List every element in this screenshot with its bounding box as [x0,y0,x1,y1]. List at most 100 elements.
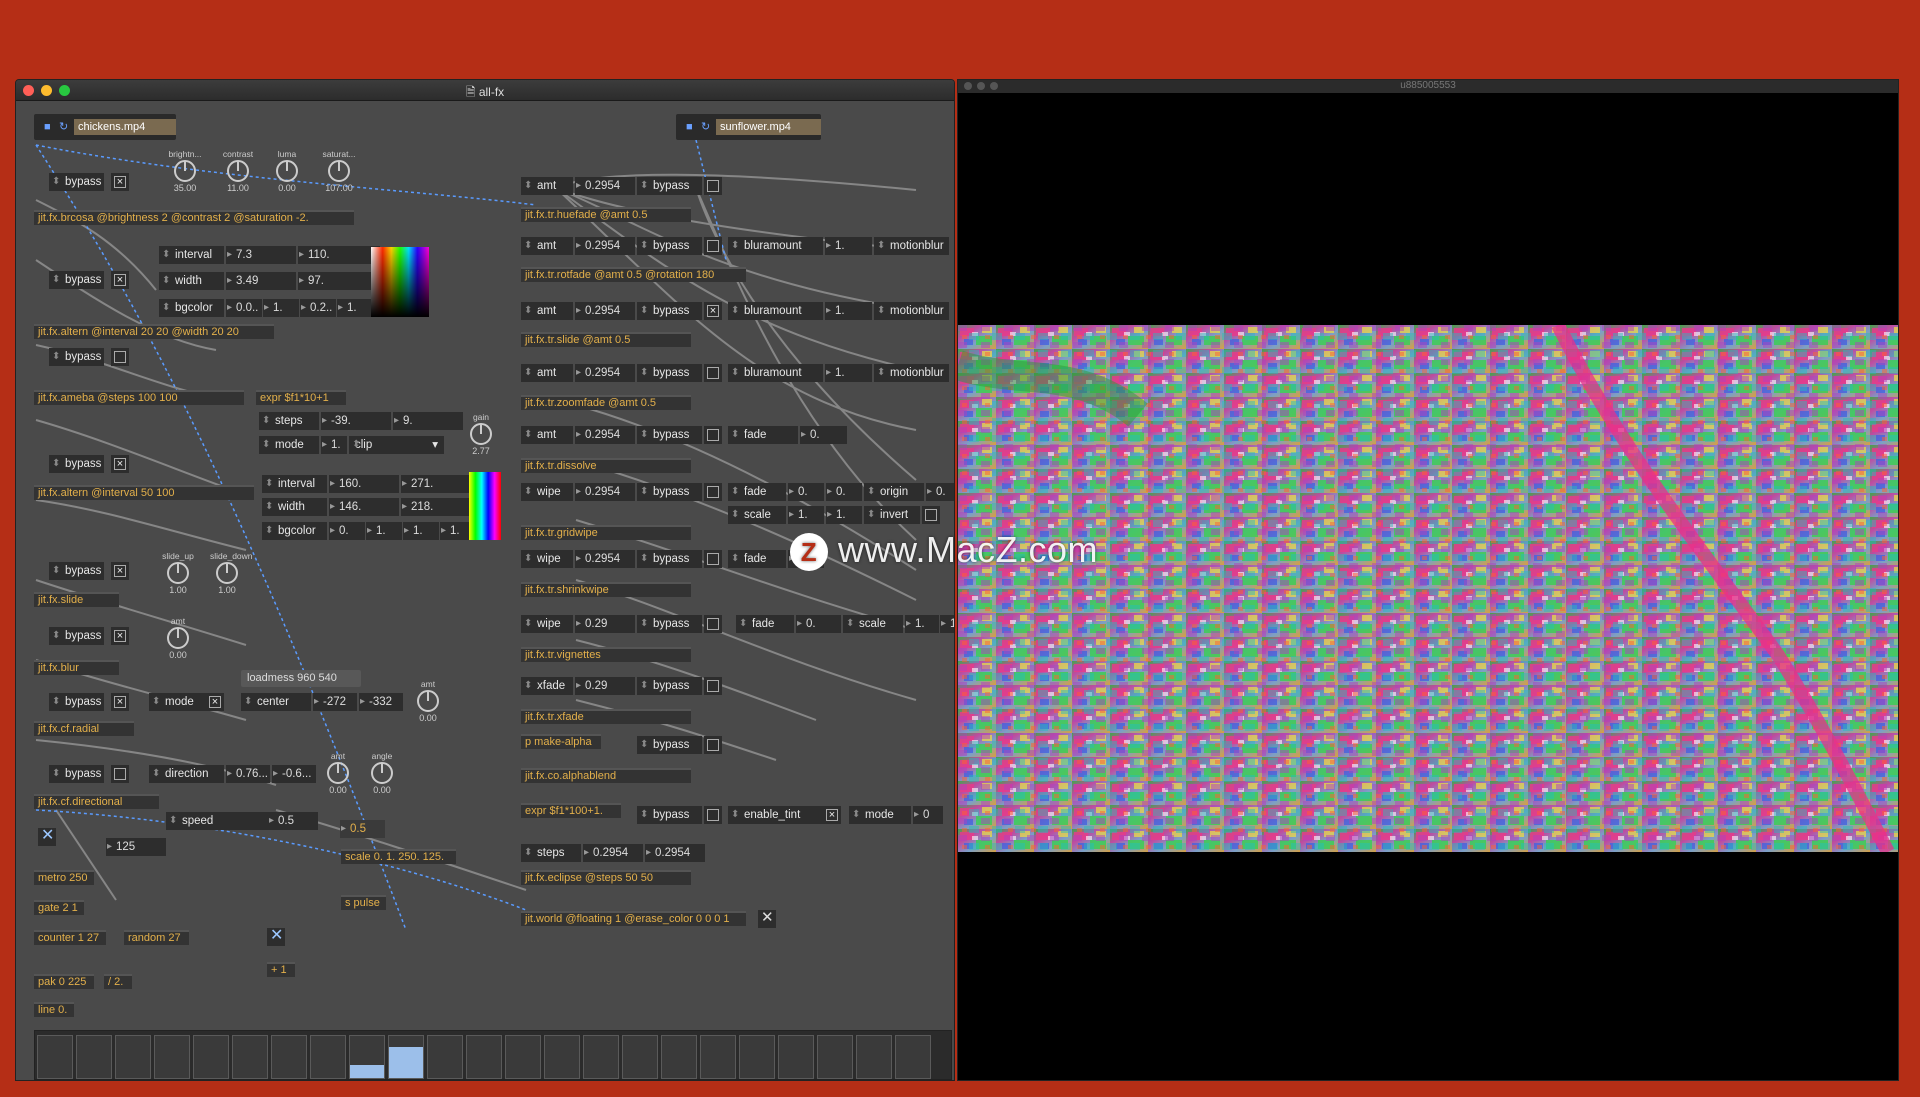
amt-knob[interactable]: amt 0.00 [161,615,195,667]
invert-label[interactable]: invert [864,506,920,524]
steps-number-2[interactable]: 9. [393,412,463,430]
bypass-toggle-label[interactable]: bypass [49,271,104,289]
bluramount-label[interactable]: bluramount [728,364,823,382]
slide-up-knob[interactable]: slide_up 1.00 [161,550,195,602]
wipe-label[interactable]: wipe [521,483,573,501]
bypass-toggle[interactable] [111,348,129,366]
width-number-2[interactable]: 97. [298,272,380,290]
mode-label[interactable]: mode [849,806,911,824]
object-pak[interactable]: pak 0 225 [34,974,94,989]
object-zoomfade[interactable]: jit.fx.tr.zoomfade @amt 0.5 [521,395,691,410]
multislider-bar[interactable] [466,1035,502,1079]
interval-number-1[interactable]: 160. [329,475,399,493]
bluramount-label[interactable]: bluramount [728,302,823,320]
multislider-bar[interactable] [583,1035,619,1079]
bypass-toggle[interactable] [704,177,722,195]
wipe-label[interactable]: wipe [521,550,573,568]
bypass-toggle-label[interactable]: bypass [637,677,702,695]
bypass-toggle-label[interactable]: bypass [49,348,104,366]
width-number-1[interactable]: 146. [329,498,399,516]
interval-number-2[interactable]: 271. [401,475,471,493]
bluramount-label[interactable]: bluramount [728,237,823,255]
stop-icon[interactable]: ■ [44,122,55,133]
bypass-toggle-label[interactable]: bypass [637,736,702,754]
object-huefade[interactable]: jit.fx.tr.huefade @amt 0.5 [521,207,691,222]
bypass-toggle[interactable] [704,806,722,824]
object-s-pulse[interactable]: s pulse [341,895,386,910]
bypass-toggle-label[interactable]: bypass [637,615,702,633]
enable-tint-label[interactable]: enable_tint [728,806,823,824]
slide-down-knob[interactable]: slide_down 1.00 [210,550,253,602]
multislider-bar[interactable] [739,1035,775,1079]
multislider-bar[interactable] [895,1035,931,1079]
message-loadmess[interactable]: loadmess 960 540 [241,670,361,687]
width-label[interactable]: width [262,498,327,516]
object-alphablend[interactable]: jit.fx.co.alphablend [521,768,691,783]
stop-icon[interactable]: ■ [686,122,697,133]
object-counter[interactable]: counter 1 27 [34,930,106,945]
bgcolor-b[interactable]: 0.2.. [300,299,336,317]
object-plus-1[interactable]: + 1 [267,962,295,977]
interval-number-1[interactable]: 7.3 [226,246,296,264]
scale-number[interactable]: 1. [905,615,939,633]
object-jit-world[interactable]: jit.world @floating 1 @erase_color 0 0 0… [521,911,746,926]
bgcolor-g[interactable]: 1. [263,299,299,317]
bgcolor-b[interactable]: 1. [403,522,439,540]
bypass-toggle[interactable] [704,426,722,444]
number-0-5[interactable]: 0.5 [340,820,385,838]
multislider-bar[interactable] [310,1035,346,1079]
object-dissolve[interactable]: jit.fx.tr.dissolve [521,458,691,473]
number-125[interactable]: 125 [106,838,166,856]
bluramount-number[interactable]: 1. [825,237,872,255]
color-picker-swatch[interactable] [469,472,501,540]
bypass-toggle[interactable] [111,765,129,783]
width-number-2[interactable]: 218. [401,498,471,516]
multislider-bar[interactable] [622,1035,658,1079]
fade-number[interactable]: 0. [788,483,824,501]
loop-icon[interactable]: ↻ [59,122,70,133]
bypass-toggle-label[interactable]: bypass [49,693,104,711]
bypass-toggle[interactable]: × [111,627,129,645]
patcher-canvas[interactable]: ■ ↻ chickens.mp4 ■ ↻ sunflower.mp4 bypas… [16,100,954,1080]
object-radial[interactable]: jit.fx.cf.radial [34,721,134,736]
amt-label[interactable]: amt [521,302,573,320]
bang-button[interactable]: ✕ [38,828,56,846]
bgcolor-label[interactable]: bgcolor [159,299,224,317]
scale-number-2[interactable]: 1 [940,615,954,633]
object-scale[interactable]: scale 0. 1. 250. 125. [341,849,456,864]
object-make-alpha[interactable]: p make-alpha [521,734,601,749]
bluramount-number[interactable]: 1. [825,364,872,382]
multislider-bar[interactable] [271,1035,307,1079]
object-gridwipe[interactable]: jit.fx.tr.gridwipe [521,525,691,540]
interval-number-2[interactable]: 110. [298,246,380,264]
direction-x[interactable]: 0.76... [226,765,270,783]
bypass-toggle-label[interactable]: bypass [637,550,702,568]
bluramount-number[interactable]: 1. [825,302,872,320]
object-expr-1[interactable]: expr $f1*10+1 [256,390,346,405]
interval-label[interactable]: interval [262,475,327,493]
bypass-toggle[interactable] [704,237,722,255]
origin-label[interactable]: origin [864,483,924,501]
object-ameba[interactable]: jit.fx.ameba @steps 100 100 [34,390,244,405]
bgcolor-r[interactable]: 0.0.. [226,299,262,317]
object-eclipse[interactable]: jit.fx.eclipse @steps 50 50 [521,870,691,885]
steps-number-1[interactable]: -39. [321,412,391,430]
multislider-bar[interactable] [544,1035,580,1079]
bypass-toggle-label[interactable]: bypass [637,806,702,824]
speed-label[interactable]: speed [166,812,276,830]
invert-toggle[interactable] [922,506,940,524]
amt-label[interactable]: amt [521,364,573,382]
object-directional[interactable]: jit.fx.cf.directional [34,794,159,809]
multislider-bar[interactable] [349,1035,385,1079]
amt-label[interactable]: amt [521,177,573,195]
multislider-bar[interactable] [817,1035,853,1079]
movie-player-chickens[interactable]: ■ ↻ chickens.mp4 [34,114,176,140]
scale-number-1[interactable]: 1. [788,506,824,524]
xfade-label[interactable]: xfade [521,677,573,695]
mode-label[interactable]: mode [259,436,319,454]
amt-knob[interactable]: amt 0.00 [411,678,445,730]
object-blur[interactable]: jit.fx.blur [34,660,119,675]
object-slide[interactable]: jit.fx.slide [34,592,119,607]
object-metro[interactable]: metro 250 [34,870,94,885]
multislider-bar[interactable] [232,1035,268,1079]
